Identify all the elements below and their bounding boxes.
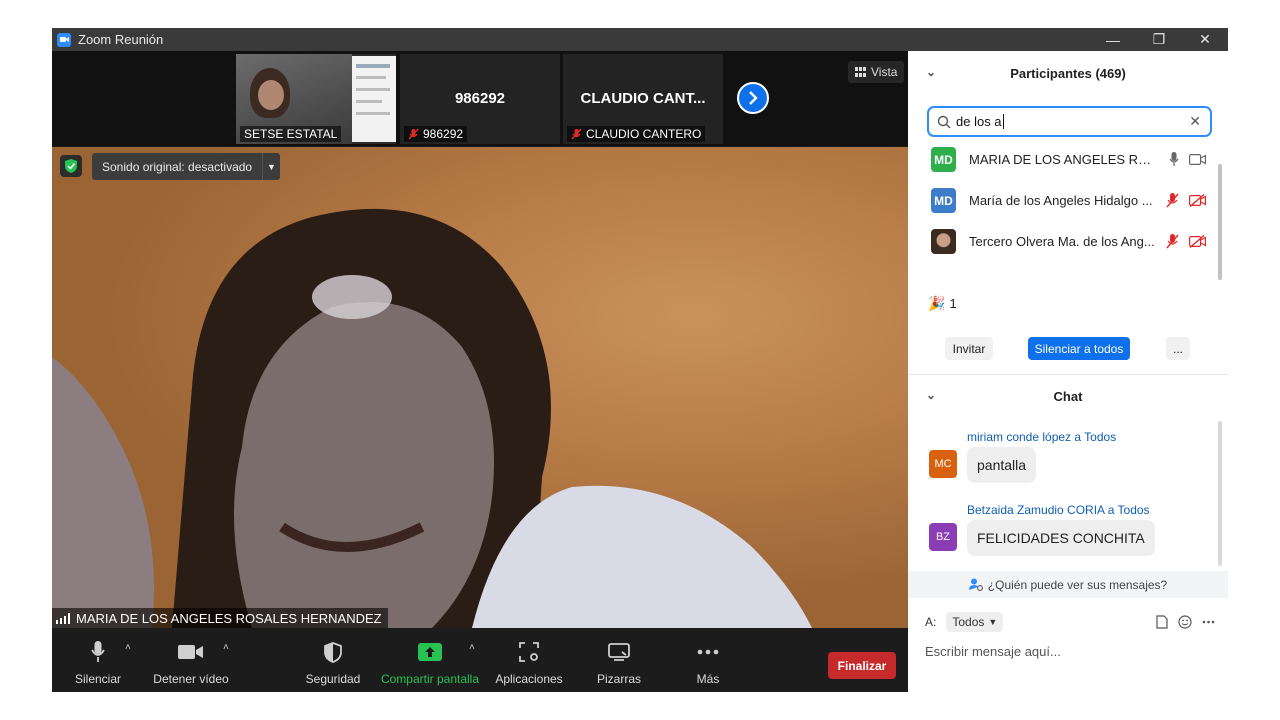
chevron-down-icon[interactable]: ⌄ (926, 388, 936, 402)
end-meeting-button[interactable]: Finalizar (828, 652, 896, 679)
avatar: MD (931, 147, 956, 172)
title-bar: Zoom Reunión — ❐ ✕ (52, 28, 1228, 51)
participant-name: María de los Angeles Hidalgo ... (969, 193, 1153, 208)
chat-header: ⌄ Chat (926, 388, 1083, 404)
view-button[interactable]: Vista (848, 61, 905, 83)
shield-icon (324, 641, 342, 663)
who-can-see-messages[interactable]: ¿Quién puede ver sus mensajes? (908, 571, 1228, 598)
thumbnail-986292[interactable]: 986292 986292 (400, 54, 560, 144)
minimize-button[interactable]: — (1090, 28, 1136, 51)
avatar (931, 229, 956, 254)
party-popper-icon: 🎉 (928, 295, 946, 311)
chevron-down-icon: ▼ (988, 617, 998, 627)
invite-button[interactable]: Invitar (945, 337, 993, 360)
share-screen-icon (418, 643, 442, 661)
chevron-down-icon[interactable]: ▼ (262, 153, 280, 180)
mic-muted-icon (1166, 234, 1179, 249)
reaction-counter: 🎉 1 (928, 295, 957, 311)
microphone-icon (91, 641, 105, 662)
to-label: A: (925, 615, 937, 629)
chat-sender: Betzaida Zamudio CORIA a Todos (967, 503, 1150, 517)
search-icon (937, 115, 951, 128)
more-dots-icon (697, 649, 719, 655)
chevron-right-icon (749, 91, 758, 105)
thumbnail-setse[interactable]: SETSE ESTATAL (236, 54, 396, 144)
mute-button[interactable]: Silenciar (70, 628, 126, 692)
video-area: SETSE ESTATAL 986292 986292 CLAUDIO CANT… (52, 51, 908, 692)
restore-button[interactable]: ❐ (1136, 28, 1182, 51)
thumbnail-claudio[interactable]: CLAUDIO CANT... CLAUDIO CANTERO (563, 54, 723, 144)
clear-search-icon[interactable]: ✕ (1189, 113, 1201, 130)
thumbnail-big-name: CLAUDIO CANT... (580, 90, 706, 107)
video-camera-icon (178, 645, 203, 659)
share-screen-button[interactable]: Compartir pantalla (380, 628, 480, 692)
chat-scrollbar[interactable] (1218, 421, 1222, 566)
thumbnail-name: CLAUDIO CANTERO (567, 126, 706, 142)
participants-more-button[interactable]: ... (1166, 337, 1190, 360)
active-speaker-video: Sonido original: desactivado ▼ MARIA DE … (52, 147, 908, 628)
chat-message: FELICIDADES CONCHITA (967, 520, 1155, 556)
participant-row[interactable]: MD MARIA DE LOS ANGELES ROSA... (908, 139, 1218, 180)
whiteboards-button[interactable]: Pizarras (594, 628, 644, 692)
avatar: MD (931, 188, 956, 213)
share-options-caret[interactable]: ˄ (469, 642, 475, 653)
avatar: MC (929, 450, 957, 478)
file-icon (1156, 615, 1168, 629)
window-title: Zoom Reunión (78, 32, 164, 47)
original-sound-toggle[interactable]: Sonido original: desactivado ▼ (92, 153, 280, 180)
more-button[interactable]: Más (688, 628, 728, 692)
mic-muted-icon (1166, 193, 1179, 208)
video-options-caret[interactable]: ˄ (223, 642, 229, 653)
search-value: de los a (956, 114, 1002, 129)
encryption-shield-icon[interactable] (60, 155, 82, 177)
chat-message-input[interactable] (925, 640, 1215, 662)
speaker-video-image (52, 208, 812, 628)
signal-strength-icon (56, 612, 70, 624)
meeting-toolbar: Silenciar ˄ Detener vídeo ˄ Seguridad Co… (52, 628, 908, 692)
more-dots-icon (1202, 620, 1215, 624)
zoom-app-icon (57, 32, 71, 47)
participant-row[interactable]: MD María de los Angeles Hidalgo ... (908, 180, 1218, 221)
apps-icon (519, 642, 539, 662)
person-eye-icon (968, 578, 983, 591)
chat-message: pantalla (967, 447, 1037, 483)
video-off-icon (1189, 235, 1206, 248)
apps-button[interactable]: Aplicaciones (494, 628, 564, 692)
emoji-icon (1178, 615, 1192, 629)
next-page-button[interactable] (737, 82, 769, 114)
close-button[interactable]: ✕ (1182, 28, 1228, 51)
mute-all-button[interactable]: Silenciar a todos (1028, 337, 1130, 360)
participant-search-input[interactable]: de los a ✕ (927, 106, 1212, 137)
participant-name: Tercero Olvera Ma. de los Ang... (969, 234, 1155, 249)
chat-recipient-row: A: Todos ▼ (925, 612, 1215, 632)
security-button[interactable]: Seguridad (304, 628, 362, 692)
thumbnail-big-name: 986292 (454, 90, 506, 107)
grid-icon (855, 67, 866, 77)
video-camera-icon (1189, 154, 1206, 165)
mute-options-caret[interactable]: ˄ (125, 642, 131, 653)
participants-header: ⌄ Participantes (469) (926, 65, 1126, 81)
stop-video-button[interactable]: Detener vídeo (152, 628, 230, 692)
video-off-icon (1189, 194, 1206, 207)
speaker-name-label: MARIA DE LOS ANGELES ROSALES HERNANDEZ (52, 608, 388, 628)
whiteboard-icon (608, 643, 630, 661)
mic-muted-icon (408, 128, 419, 140)
thumbnail-strip: SETSE ESTATAL 986292 986292 CLAUDIO CANT… (52, 51, 908, 146)
chevron-down-icon[interactable]: ⌄ (926, 65, 936, 79)
avatar: BZ (929, 523, 957, 551)
participant-name: MARIA DE LOS ANGELES ROSA... (969, 152, 1159, 167)
thumbnail-name: 986292 (404, 126, 468, 142)
recipient-dropdown[interactable]: Todos ▼ (946, 612, 1004, 632)
thumbnail-name: SETSE ESTATAL (240, 126, 342, 142)
zoom-window: Zoom Reunión — ❐ ✕ SETSE ESTATAL 986292 (52, 28, 1228, 692)
chat-sender: miriam conde lópez a Todos (967, 430, 1117, 444)
mic-muted-icon (571, 128, 582, 140)
participants-scrollbar[interactable] (1218, 164, 1222, 280)
side-panel: ⌄ Participantes (469) de los a ✕ MD MARI… (908, 51, 1228, 692)
participant-row[interactable]: Tercero Olvera Ma. de los Ang... (908, 221, 1218, 262)
microphone-icon (1169, 152, 1179, 166)
